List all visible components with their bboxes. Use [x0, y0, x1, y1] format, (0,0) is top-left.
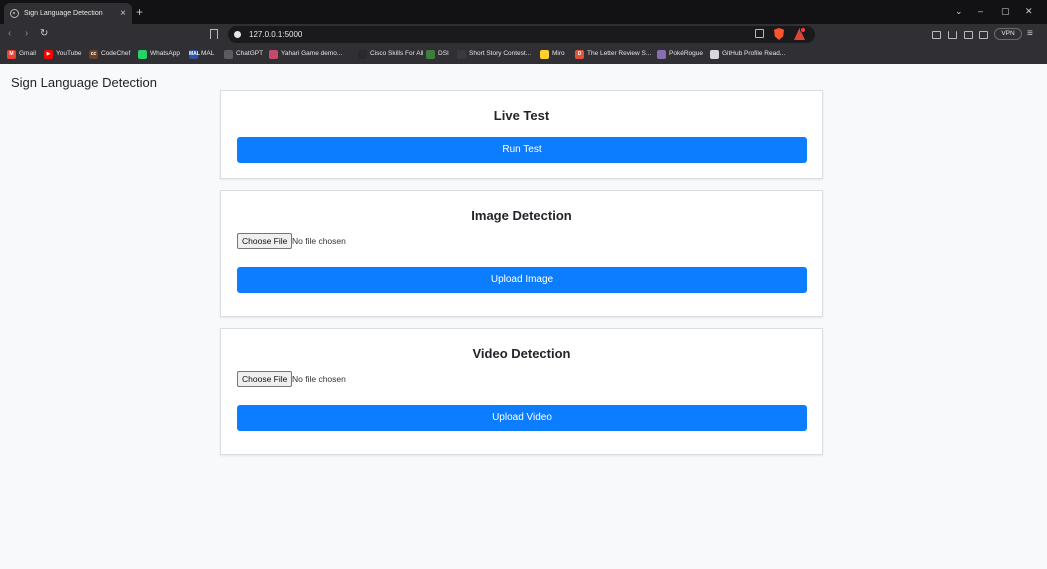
bookmark-label: MAL	[201, 50, 215, 57]
pokerogue-icon	[657, 49, 666, 59]
bookmark-item[interactable]: WhatsApp	[138, 49, 180, 59]
bookmark-label: GitHub Profile Read...	[722, 50, 786, 57]
letter-review-icon: D	[575, 49, 584, 59]
bookmark-item[interactable]: Miro	[540, 49, 565, 59]
maximize-icon[interactable]: ▢	[1001, 5, 1010, 17]
vpn-label: VPN	[1001, 30, 1015, 37]
codechef-icon: cc	[89, 49, 98, 59]
bookmark-label: Cisco Skills For All	[370, 50, 424, 57]
mal-icon: MAL	[189, 49, 200, 59]
bookmark-label: Short Story Contest...	[469, 50, 532, 57]
bookmark-item[interactable]: D The Letter Review S...	[575, 49, 651, 59]
bookmark-item[interactable]: MAL MAL	[189, 49, 214, 59]
bookmark-label: PokéRogue	[669, 50, 703, 57]
page-brand[interactable]: Sign Language Detection	[11, 75, 157, 91]
video-detection-title: Video Detection	[472, 346, 571, 361]
menu-icon[interactable]: ≡	[1027, 28, 1033, 40]
site-info-icon[interactable]	[234, 31, 241, 38]
new-tab-icon[interactable]: +	[136, 6, 143, 18]
tab-close-icon[interactable]: ×	[120, 8, 126, 19]
video-file-status: No file chosen	[292, 374, 346, 384]
image-file-input[interactable]: Choose File	[237, 233, 293, 249]
notification-badge	[800, 27, 806, 33]
close-window-icon[interactable]: ✕	[1025, 5, 1033, 17]
reedsy-icon	[457, 49, 466, 59]
bookmark-label: Yahari Game demo...	[281, 50, 343, 57]
upload-video-button[interactable]: Upload Video	[237, 405, 807, 431]
bookmark-item[interactable]: DSI	[426, 49, 449, 59]
url-text[interactable]: 127.0.0.1:5000	[249, 29, 302, 40]
github-readme-icon	[710, 49, 719, 59]
wallet-icon[interactable]	[932, 31, 941, 39]
bookmark-label: Gmail	[19, 50, 36, 57]
tab-search-icon[interactable]: ⌄	[955, 5, 963, 17]
address-bar[interactable]: 127.0.0.1:5000	[228, 26, 815, 43]
bookmark-item[interactable]: Cisco Skills For All	[358, 49, 423, 59]
bookmark-item[interactable]: M Gmail	[7, 49, 36, 59]
image-detection-title: Image Detection	[471, 208, 572, 223]
bookmark-item[interactable]: cc CodeChef	[89, 49, 130, 59]
bookmark-item[interactable]: Short Story Contest...	[457, 49, 531, 59]
share-icon[interactable]	[755, 29, 764, 38]
bookmark-label: DSI	[438, 50, 449, 57]
tab-title: Sign Language Detection	[24, 10, 103, 17]
bookmark-icon[interactable]	[210, 29, 218, 39]
sidebar-icon[interactable]	[964, 31, 973, 39]
forward-icon[interactable]: ›	[25, 28, 28, 40]
dsi-icon	[426, 49, 435, 59]
chatgpt-icon	[224, 49, 233, 59]
cisco-icon	[358, 49, 367, 59]
youtube-icon: ▶	[44, 49, 53, 59]
bookmark-item[interactable]: GitHub Profile Read...	[710, 49, 785, 59]
video-detection-card: Video Detection Choose File No file chos…	[220, 328, 823, 455]
whatsapp-icon	[138, 49, 147, 59]
bookmark-item[interactable]: PokéRogue	[657, 49, 703, 59]
bookmark-label: Miro	[552, 50, 565, 57]
bookmark-item[interactable]: ChatGPT	[224, 49, 263, 59]
browser-chrome: Sign Language Detection × + ⌄ – ▢ ✕ ‹ › …	[0, 0, 1047, 64]
reader-mode-icon[interactable]	[979, 31, 988, 39]
video-file-input[interactable]: Choose File	[237, 371, 293, 387]
bookmarks-bar: M Gmail ▶ YouTube cc CodeChef WhatsApp MAL MAL Ch…	[0, 45, 1047, 64]
miro-icon	[540, 49, 549, 59]
bookmark-label: YouTube	[56, 50, 82, 57]
live-test-title: Live Test	[493, 108, 550, 123]
gmail-icon: M	[7, 49, 16, 59]
brave-shields-icon[interactable]	[774, 28, 784, 40]
reload-icon[interactable]: ↻	[40, 28, 48, 40]
back-icon[interactable]: ‹	[8, 28, 11, 40]
yahari-icon	[269, 49, 278, 59]
download-icon[interactable]	[948, 31, 957, 39]
bookmark-label: The Letter Review S...	[587, 50, 652, 57]
tab-strip: Sign Language Detection × + ⌄ – ▢ ✕	[0, 0, 1047, 24]
globe-icon	[10, 9, 19, 18]
upload-image-button[interactable]: Upload Image	[237, 267, 807, 293]
browser-tab[interactable]: Sign Language Detection ×	[4, 3, 132, 24]
vpn-button[interactable]: VPN	[994, 28, 1022, 40]
bookmark-label: CodeChef	[101, 50, 131, 57]
image-file-status: No file chosen	[292, 236, 346, 246]
bookmark-label: ChatGPT	[236, 50, 264, 57]
bookmark-label: WhatsApp	[150, 50, 180, 57]
run-test-button[interactable]: Run Test	[237, 137, 807, 163]
toolbar: ‹ › ↻ 127.0.0.1:5000 VPN ≡	[0, 24, 1047, 45]
live-test-card: Live Test Run Test	[220, 90, 823, 179]
image-detection-card: Image Detection Choose File No file chos…	[220, 190, 823, 317]
minimize-icon[interactable]: –	[978, 5, 983, 17]
bookmark-item[interactable]: ▶ YouTube	[44, 49, 82, 59]
bookmark-item[interactable]: Yahari Game demo...	[269, 49, 342, 59]
